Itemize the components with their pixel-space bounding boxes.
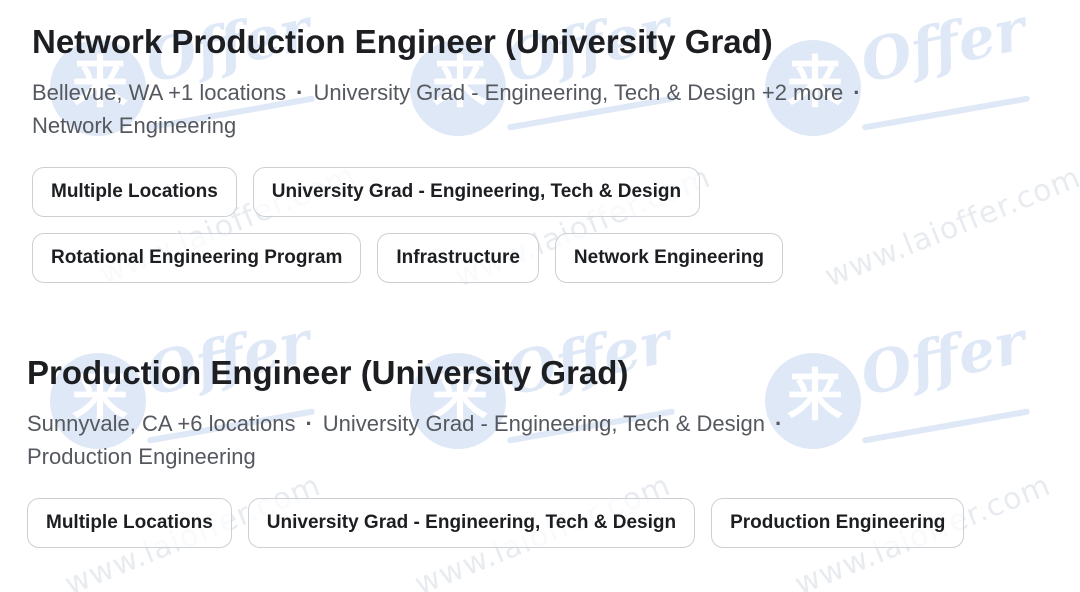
job-meta: Sunnyvale, CA +6 locations · University Gr… [27, 407, 1007, 473]
job-team: Production Engineering [27, 444, 256, 469]
job-meta: Bellevue, WA +1 locations · University Gra… [32, 76, 1012, 142]
tag-list: Multiple Locations University Grad - Eng… [32, 167, 1042, 283]
job-category: University Grad - Engineering, Tech & De… [322, 411, 766, 436]
job-title-link[interactable]: Network Production Engineer (University … [32, 22, 1042, 62]
job-category: University Grad - Engineering, Tech & De… [313, 80, 844, 105]
tag-list: Multiple Locations University Grad - Eng… [27, 498, 1037, 548]
meta-separator: · [775, 411, 783, 436]
job-title-link[interactable]: Production Engineer (University Grad) [27, 353, 1037, 393]
meta-separator: · [305, 411, 313, 436]
job-team: Network Engineering [32, 113, 237, 138]
job-location: Bellevue, WA +1 locations [32, 80, 287, 105]
tag-network-engineering[interactable]: Network Engineering [554, 233, 783, 283]
tag-university-grad[interactable]: University Grad - Engineering, Tech & De… [247, 498, 696, 548]
meta-separator: · [296, 80, 304, 105]
job-location: Sunnyvale, CA +6 locations [27, 411, 296, 436]
meta-separator: · [853, 80, 861, 105]
tag-multiple-locations[interactable]: Multiple Locations [27, 498, 232, 548]
tag-infrastructure[interactable]: Infrastructure [377, 233, 539, 283]
tag-multiple-locations[interactable]: Multiple Locations [32, 167, 237, 217]
job-card: Network Production Engineer (University … [32, 22, 1042, 283]
job-card: Production Engineer (University Grad) Su… [27, 353, 1037, 548]
tag-rotational-engineering-program[interactable]: Rotational Engineering Program [32, 233, 362, 283]
tag-university-grad[interactable]: University Grad - Engineering, Tech & De… [252, 167, 701, 217]
tag-production-engineering[interactable]: Production Engineering [711, 498, 965, 548]
